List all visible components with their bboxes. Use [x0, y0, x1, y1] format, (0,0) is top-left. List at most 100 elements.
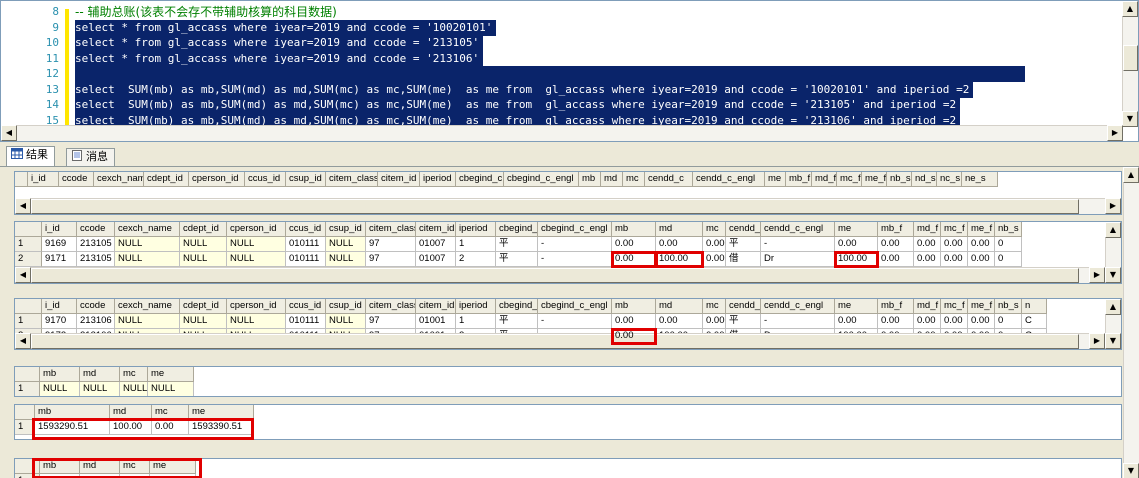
code-line[interactable]: 11 select * from gl_accass where iyear=20…: [1, 50, 484, 67]
table-cell[interactable]: NULL: [120, 382, 148, 396]
column-header[interactable]: nb_s: [995, 222, 1022, 237]
table-cell[interactable]: 213105: [77, 237, 115, 252]
sql-editor[interactable]: 8 -- 辅助总账(该表不会存不带辅助核算的科目数据) 9 select * from…: [0, 0, 1139, 142]
table-cell[interactable]: NULL: [115, 314, 180, 329]
table-cell[interactable]: 0.00: [611, 251, 657, 268]
table-cell[interactable]: 010111: [286, 237, 326, 252]
column-header[interactable]: mc: [703, 299, 726, 314]
table-cell[interactable]: 0.00: [941, 237, 968, 252]
table-cell[interactable]: NULL: [40, 382, 80, 396]
scroll-right-icon[interactable]: ▶: [1105, 198, 1121, 214]
editor-horizontal-scrollbar[interactable]: ◀ ▶: [1, 125, 1123, 141]
scroll-down-icon[interactable]: ▼: [1105, 333, 1121, 349]
column-header[interactable]: mb: [35, 405, 110, 420]
column-header[interactable]: ccode: [77, 299, 115, 314]
table-cell[interactable]: 0.00: [914, 237, 941, 252]
column-header[interactable]: ccus_id: [245, 172, 286, 187]
scroll-thumb[interactable]: [31, 334, 1079, 349]
scroll-down-icon[interactable]: ▼: [1123, 463, 1139, 478]
row-number[interactable]: 1: [15, 314, 42, 329]
table-cell[interactable]: NULL: [326, 252, 366, 267]
column-header[interactable]: ccus_id: [286, 222, 326, 237]
column-header[interactable]: md_f: [914, 222, 941, 237]
table-cell[interactable]: 010111: [286, 252, 326, 267]
column-header[interactable]: nc_s: [937, 172, 962, 187]
table-cell[interactable]: 100.00: [834, 251, 879, 268]
column-header[interactable]: iperiod: [420, 172, 456, 187]
column-header[interactable]: md: [656, 299, 703, 314]
column-header[interactable]: citem_class: [366, 222, 416, 237]
column-header[interactable]: cbegind_c: [496, 222, 538, 237]
column-header[interactable]: me: [835, 222, 878, 237]
column-header[interactable]: md_f: [914, 299, 941, 314]
table-cell[interactable]: -: [761, 237, 835, 252]
table-cell[interactable]: Dr: [761, 252, 835, 267]
column-header[interactable]: iperiod: [456, 299, 496, 314]
column-header[interactable]: mc: [703, 222, 726, 237]
code-line[interactable]: 13 select SUM(mb) as mb,SUM(md) as md,SUM…: [1, 81, 974, 98]
table-cell[interactable]: 97: [366, 252, 416, 267]
table-cell[interactable]: 0.00: [914, 252, 941, 267]
table-cell[interactable]: NULL: [115, 252, 180, 267]
column-header[interactable]: md: [80, 367, 120, 382]
column-header[interactable]: cdept_id: [180, 299, 227, 314]
column-header[interactable]: csup_id: [326, 299, 366, 314]
table-cell[interactable]: -: [761, 314, 835, 329]
table-cell[interactable]: 0.00: [40, 474, 80, 478]
column-header[interactable]: mb: [612, 299, 656, 314]
table-cell[interactable]: 0.00: [656, 237, 703, 252]
scroll-left-icon[interactable]: ◀: [1, 125, 17, 141]
column-header[interactable]: cbegind_c_engl: [538, 299, 612, 314]
table-cell[interactable]: NULL: [148, 382, 194, 396]
column-header[interactable]: me: [189, 405, 254, 420]
editor-vertical-scrollbar[interactable]: ▲ ▼: [1122, 1, 1138, 127]
table-cell[interactable]: 2: [456, 252, 496, 267]
table-cell[interactable]: 9171: [42, 252, 77, 267]
column-header[interactable]: mb: [40, 367, 80, 382]
column-header[interactable]: mc_f: [941, 222, 968, 237]
code-line[interactable]: 12: [1, 66, 1025, 82]
table-cell[interactable]: 213105: [77, 252, 115, 267]
column-header[interactable]: i_id: [28, 172, 59, 187]
table-cell[interactable]: 0.00: [703, 237, 726, 252]
column-header[interactable]: cperson_id: [227, 299, 286, 314]
table-cell[interactable]: 平: [726, 237, 761, 252]
table-cell[interactable]: 0.00: [152, 420, 189, 435]
column-header[interactable]: cendd_c_engl: [761, 222, 835, 237]
column-header[interactable]: cbegind_c: [496, 299, 538, 314]
code-line[interactable]: 8 -- 辅助总账(该表不会存不带辅助核算的科目数据): [1, 4, 336, 20]
table-cell[interactable]: 0.00: [120, 474, 150, 478]
table-cell[interactable]: NULL: [180, 237, 227, 252]
row-header-corner[interactable]: [15, 367, 40, 382]
column-header[interactable]: mc: [120, 459, 150, 474]
table-cell[interactable]: NULL: [80, 382, 120, 396]
column-header[interactable]: md: [110, 405, 152, 420]
column-header[interactable]: cperson_id: [227, 222, 286, 237]
scroll-thumb[interactable]: [31, 268, 1079, 283]
table-cell[interactable]: NULL: [180, 252, 227, 267]
column-header[interactable]: md: [656, 222, 703, 237]
scroll-left-icon[interactable]: ◀: [15, 267, 31, 283]
code-line[interactable]: 10 select * from gl_accass where iyear=20…: [1, 35, 484, 51]
table-cell[interactable]: 0.00: [914, 314, 941, 329]
table-cell[interactable]: 97: [366, 314, 416, 329]
table-cell[interactable]: 213106: [77, 314, 115, 329]
result-grid[interactable]: i_idccodecexch_namecdept_idcperson_idccu…: [14, 221, 1122, 284]
table-cell[interactable]: NULL: [227, 252, 286, 267]
table-cell[interactable]: NULL: [227, 314, 286, 329]
column-header[interactable]: nb_s: [995, 299, 1022, 314]
table-cell[interactable]: NULL: [326, 237, 366, 252]
column-header[interactable]: cdept_id: [144, 172, 189, 187]
table-cell[interactable]: 借: [726, 252, 761, 267]
table-cell[interactable]: 0.00: [656, 314, 703, 329]
column-header[interactable]: cexch_name: [115, 299, 180, 314]
table-cell[interactable]: 0.00: [968, 252, 995, 267]
column-header[interactable]: mb: [40, 459, 80, 474]
table-cell[interactable]: 01007: [416, 237, 456, 252]
scroll-up-icon[interactable]: ▲: [1123, 167, 1139, 183]
table-cell[interactable]: 9170: [42, 314, 77, 329]
column-header[interactable]: i_id: [42, 299, 77, 314]
table-cell[interactable]: 0: [995, 237, 1022, 252]
table-cell[interactable]: 0.00: [968, 314, 995, 329]
scroll-right-icon[interactable]: ▶: [1089, 333, 1105, 349]
